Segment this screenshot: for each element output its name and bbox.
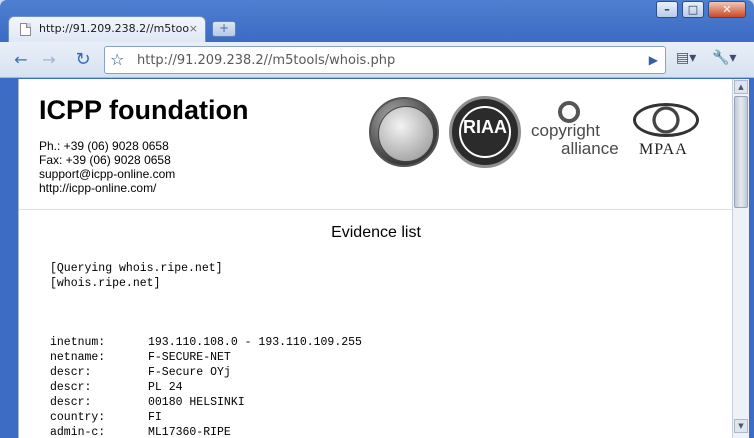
whois-record-row: country: FI: [50, 411, 162, 426]
record-value: FI: [148, 411, 162, 424]
new-tab-button[interactable]: +: [212, 21, 236, 37]
record-key: country:: [50, 411, 106, 424]
whois-record-row: descr: 00180 HELSINKI: [50, 396, 245, 411]
eagle-seal-logo: [369, 97, 439, 167]
scroll-up-button[interactable]: ▲: [734, 80, 748, 94]
fax-text: Fax: +39 (06) 9028 0658: [39, 153, 171, 167]
scroll-down-button[interactable]: ▼: [734, 419, 748, 433]
mpaa-logo-text: MPAA: [639, 141, 688, 158]
website-link[interactable]: http://icpp-online.com/: [39, 181, 156, 195]
tab-title: http://91.209.238.2//m5too...: [39, 22, 189, 35]
record-value: 00180 HELSINKI: [148, 396, 245, 409]
address-bar[interactable]: ☆ http://91.209.238.2//m5tools/whois.php…: [104, 46, 666, 74]
evidence-list-title: Evidence list: [331, 224, 421, 241]
record-key: inetnum:: [50, 336, 106, 349]
phone-text: Ph.: +39 (06) 9028 0658: [39, 139, 169, 153]
record-value: PL 24: [148, 381, 183, 394]
copyright-alliance-logo: copyright alliance: [531, 101, 631, 161]
copyright-c-icon: [558, 101, 580, 123]
record-key: descr:: [50, 381, 92, 394]
record-key: netname:: [50, 351, 106, 364]
mpaa-logo: MPAA: [629, 103, 705, 163]
tab-close-icon[interactable]: ×: [189, 22, 198, 35]
browser-tab[interactable]: http://91.209.238.2//m5too... ×: [8, 16, 206, 42]
go-icon[interactable]: ▶: [649, 53, 658, 67]
maximize-button[interactable]: □: [682, 1, 704, 18]
record-value: 193.110.108.0 - 193.110.109.255: [148, 336, 362, 349]
organization-name: ICPP foundation: [39, 95, 249, 125]
riaa-logo: RIAA: [449, 96, 521, 168]
bookmark-star-icon[interactable]: ☆: [110, 50, 124, 69]
query-line: [whois.ripe.net]: [50, 277, 161, 290]
record-value: F-SECURE-NET: [148, 351, 231, 364]
copyright-alliance-line1: copyright: [531, 121, 600, 140]
back-button[interactable]: ←: [10, 49, 32, 71]
page-content: ICPP foundation Ph.: +39 (06) 9028 0658 …: [18, 79, 732, 438]
forward-button[interactable]: →: [38, 49, 60, 71]
query-line: [Querying whois.ripe.net]: [50, 262, 223, 275]
whois-record-row: inetnum: 193.110.108.0 - 193.110.109.255: [50, 336, 362, 351]
whois-record-row: admin-c: ML17360-RIPE: [50, 426, 231, 438]
whois-record-row: netname: F-SECURE-NET: [50, 351, 231, 366]
url-text[interactable]: http://91.209.238.2//m5tools/whois.php: [137, 53, 395, 68]
copyright-alliance-line2: alliance: [561, 139, 619, 158]
wrench-menu-button[interactable]: 🔧▾: [712, 50, 736, 66]
close-window-button[interactable]: ✕: [708, 1, 746, 18]
navigation-toolbar: ← → ↻ ☆ http://91.209.238.2//m5tools/who…: [0, 42, 754, 78]
record-value: ML17360-RIPE: [148, 426, 231, 438]
record-key: descr:: [50, 366, 92, 379]
page-header: ICPP foundation Ph.: +39 (06) 9028 0658 …: [19, 79, 732, 210]
page-icon: [20, 23, 31, 36]
film-reel-icon: [633, 103, 699, 137]
title-bar: – □ ✕ http://91.209.238.2//m5too... × +: [0, 0, 754, 42]
email-text: support@icpp-online.com: [39, 167, 176, 181]
record-value: F-Secure OYj: [148, 366, 231, 379]
riaa-logo-text: RIAA: [463, 117, 507, 137]
scrollbar-thumb[interactable]: [734, 96, 748, 208]
record-key: descr:: [50, 396, 92, 409]
minimize-button[interactable]: –: [656, 1, 678, 18]
reload-button[interactable]: ↻: [72, 49, 94, 71]
vertical-scrollbar[interactable]: ▲ ▼: [732, 79, 749, 438]
whois-record-row: descr: PL 24: [50, 381, 183, 396]
page-menu-button[interactable]: ▤▾: [676, 50, 696, 66]
record-key: admin-c:: [50, 426, 106, 438]
whois-record-row: descr: F-Secure OYj: [50, 366, 231, 381]
